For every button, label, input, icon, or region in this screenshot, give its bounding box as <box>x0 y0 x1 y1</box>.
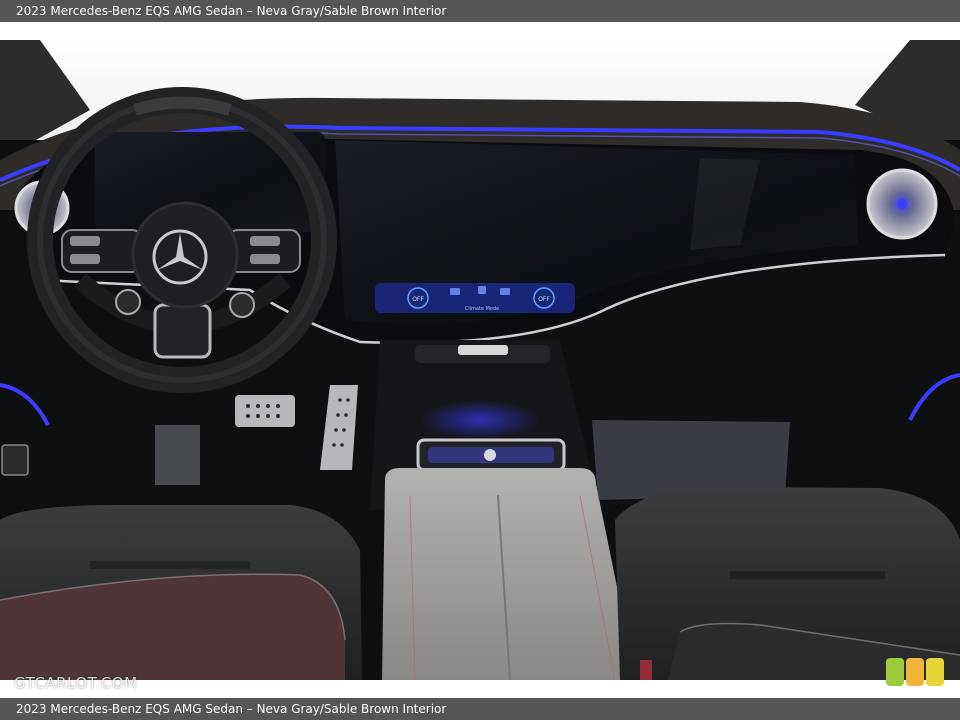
logo-square-green <box>886 658 904 686</box>
floor-mat-wrapping <box>155 425 200 485</box>
center-armrest <box>382 468 636 680</box>
console-glow <box>420 400 540 440</box>
display-off-label-left: OFF <box>412 296 424 303</box>
logo-square-yellow <box>926 658 944 686</box>
display-status-label: Climate Mode <box>465 306 499 312</box>
brand-logo-squares <box>886 658 946 688</box>
door-handle-left <box>1 444 29 476</box>
photo-caption-top: 2023 Mercedes-Benz EQS AMG Sedan – Neva … <box>0 0 960 22</box>
brake-pedal <box>235 395 295 427</box>
logo-square-amber <box>906 658 924 686</box>
display-off-label-right: OFF <box>538 296 550 303</box>
watermark-logo: GTCARLOT.COM <box>14 674 138 692</box>
interior-photo: OFF OFF Climate Mode <box>0 40 960 680</box>
photo-caption-bottom: 2023 Mercedes-Benz EQS AMG Sedan – Neva … <box>0 698 960 720</box>
